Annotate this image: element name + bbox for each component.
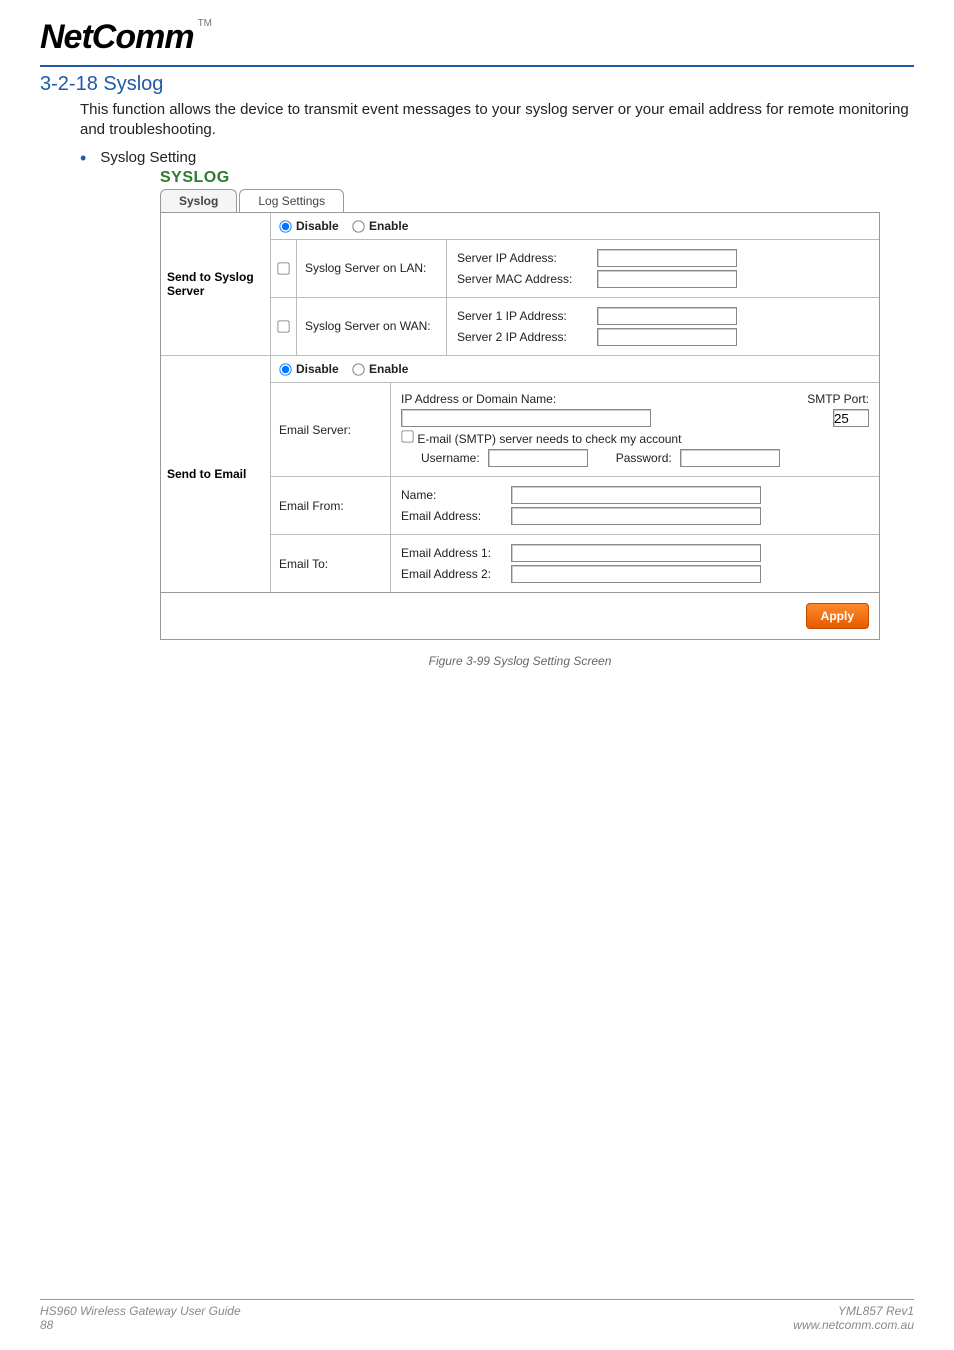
label-email-to: Email To:	[271, 535, 391, 592]
radio-disable-email-input[interactable]	[279, 363, 291, 375]
section-number: 3-2-18	[40, 73, 98, 95]
tab-syslog[interactable]: Syslog	[160, 189, 237, 212]
input-to-address1[interactable]	[511, 544, 761, 562]
input-server1-ip[interactable]	[597, 307, 737, 325]
section-heading: 3-2-18 Syslog	[40, 73, 914, 96]
radio-row-syslog: Disable Enable	[271, 213, 879, 240]
input-from-address[interactable]	[511, 507, 761, 525]
apply-row: Apply	[160, 593, 880, 640]
check-syslog-lan[interactable]	[277, 262, 289, 274]
row-syslog-wan: Syslog Server on WAN: Server 1 IP Addres…	[271, 298, 879, 355]
panel-heading: SYSLOG	[160, 169, 880, 187]
input-server-ip[interactable]	[597, 249, 737, 267]
label-server-mac: Server MAC Address:	[457, 272, 597, 286]
input-to-address2[interactable]	[511, 565, 761, 583]
syslog-panel: Send to Syslog Server Disable Enable Sys…	[160, 212, 880, 594]
label-password: Password:	[616, 451, 672, 465]
input-server2-ip[interactable]	[597, 328, 737, 346]
label-syslog-lan: Syslog Server on LAN:	[297, 240, 447, 297]
group-syslog-server: Send to Syslog Server Disable Enable Sys…	[161, 213, 879, 356]
side-label-syslog: Send to Syslog Server	[161, 213, 271, 355]
label-username: Username:	[421, 451, 480, 465]
label-to-address1: Email Address 1:	[401, 546, 511, 560]
row-email-from: Email From: Name: Email Address:	[271, 477, 879, 535]
label-server2-ip: Server 2 IP Address:	[457, 330, 597, 344]
intro-text: This function allows the device to trans…	[80, 100, 914, 141]
bullet-label: Syslog Setting	[100, 149, 196, 166]
footer-revision: YML857 Rev1	[793, 1304, 914, 1318]
side-label-email: Send to Email	[161, 356, 271, 592]
figure-caption: Figure 3-99 Syslog Setting Screen	[160, 654, 880, 668]
label-email-server: Email Server:	[271, 383, 391, 476]
label-from-address: Email Address:	[401, 509, 511, 523]
check-smtp-auth[interactable]	[401, 430, 413, 442]
row-syslog-lan: Syslog Server on LAN: Server IP Address:…	[271, 240, 879, 298]
footer-url: www.netcomm.com.au	[793, 1318, 914, 1332]
input-server-mac[interactable]	[597, 270, 737, 288]
radio-enable-syslog-input[interactable]	[352, 220, 364, 232]
page-footer: HS960 Wireless Gateway User Guide 88 YML…	[40, 1299, 914, 1332]
brand-logo: NetComm TM	[40, 18, 914, 57]
label-email-from: Email From:	[271, 477, 391, 534]
input-ip-domain[interactable]	[401, 409, 651, 427]
label-server-ip: Server IP Address:	[457, 251, 597, 265]
check-syslog-wan[interactable]	[277, 320, 289, 332]
label-to-address2: Email Address 2:	[401, 567, 511, 581]
radio-enable-email[interactable]: Enable	[352, 362, 408, 376]
footer-guide-title: HS960 Wireless Gateway User Guide	[40, 1304, 241, 1318]
logo-tm: TM	[198, 18, 212, 29]
label-from-name: Name:	[401, 488, 511, 502]
row-email-server: Email Server: IP Address or Domain Name:…	[271, 383, 879, 477]
tab-bar: Syslog Log Settings	[160, 189, 880, 212]
radio-enable-syslog[interactable]: Enable	[352, 219, 408, 233]
label-server1-ip: Server 1 IP Address:	[457, 309, 597, 323]
tab-log-settings[interactable]: Log Settings	[239, 189, 344, 212]
bullet-item: • Syslog Setting	[80, 149, 914, 167]
section-name: Syslog	[103, 73, 163, 95]
input-username[interactable]	[488, 449, 588, 467]
row-email-to: Email To: Email Address 1: Email Address…	[271, 535, 879, 592]
group-send-email: Send to Email Disable Enable Email Serve…	[161, 356, 879, 592]
radio-disable-email[interactable]: Disable	[279, 362, 339, 376]
apply-button[interactable]: Apply	[806, 603, 869, 629]
label-smtp-port: SMTP Port:	[807, 392, 869, 406]
footer-page-number: 88	[40, 1318, 241, 1332]
input-smtp-port[interactable]	[833, 409, 869, 427]
radio-disable-syslog-input[interactable]	[279, 220, 291, 232]
bullet-icon: •	[80, 149, 86, 167]
label-ip-domain: IP Address or Domain Name:	[401, 392, 556, 406]
radio-disable-syslog[interactable]: Disable	[279, 219, 339, 233]
radio-row-email: Disable Enable	[271, 356, 879, 383]
radio-enable-email-input[interactable]	[352, 363, 364, 375]
label-syslog-wan: Syslog Server on WAN:	[297, 298, 447, 355]
input-from-name[interactable]	[511, 486, 761, 504]
input-password[interactable]	[680, 449, 780, 467]
header-divider	[40, 65, 914, 67]
logo-text: NetComm	[40, 18, 194, 57]
check-smtp-auth-label[interactable]: E-mail (SMTP) server needs to check my a…	[401, 430, 681, 446]
